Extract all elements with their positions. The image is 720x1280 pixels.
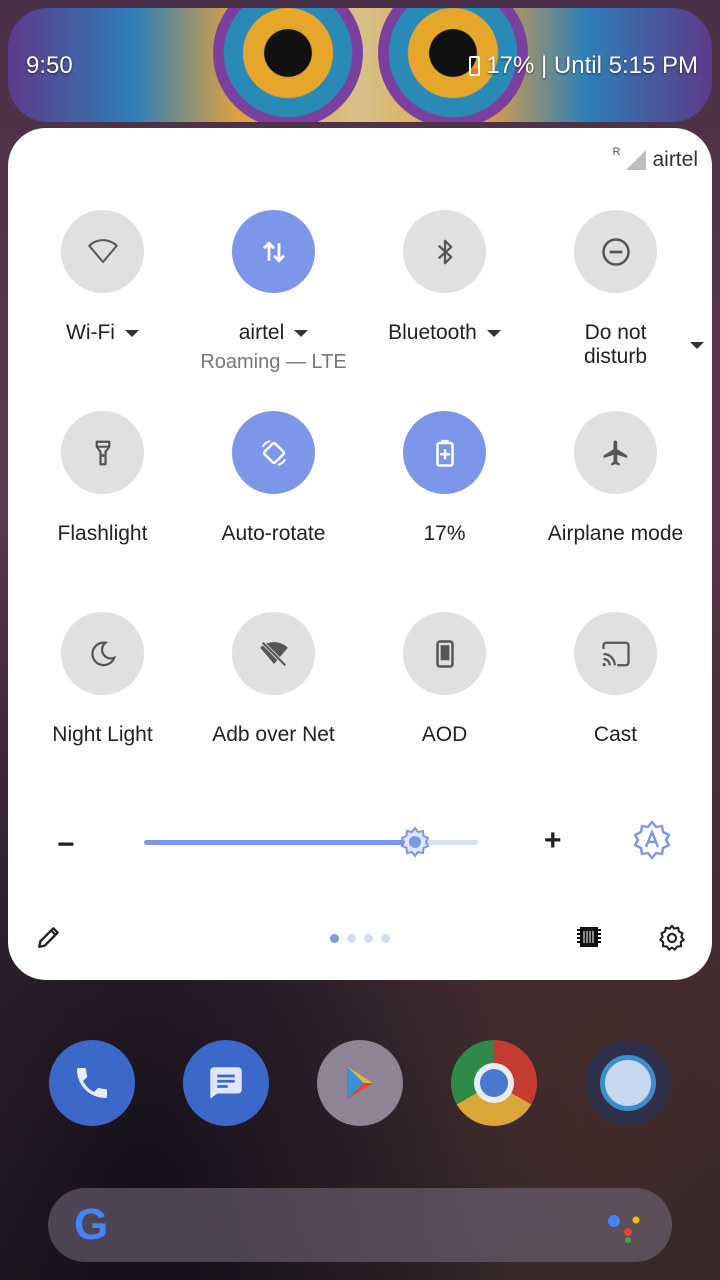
- tile-battery-label: 17%: [423, 522, 466, 545]
- battery-saver-icon: [435, 439, 454, 467]
- brightness-decrease-button[interactable]: −: [57, 828, 75, 862]
- auto-rotate-icon: [261, 439, 286, 466]
- tile-cast-button[interactable]: [574, 612, 657, 695]
- status-bar: 9:50 17% | Until 5:15 PM: [8, 8, 712, 122]
- tile-aod[interactable]: AOD: [359, 612, 530, 747]
- tile-auto-rotate-label: Auto-rotate: [221, 522, 326, 545]
- tile-night-light[interactable]: Night Light: [17, 612, 188, 747]
- brightness-increase-button[interactable]: +: [544, 824, 562, 858]
- tile-flashlight-button[interactable]: [61, 411, 144, 494]
- moon-icon: [90, 641, 116, 666]
- tile-bluetooth-button[interactable]: [403, 210, 486, 293]
- tile-night-light-label: Night Light: [52, 723, 153, 746]
- tile-adb-button[interactable]: [232, 612, 315, 695]
- quick-settings-panel: R airtel Wi-Fi airtel Roaming — LTE Blue…: [8, 128, 712, 980]
- tile-flashlight-label: Flashlight: [57, 522, 148, 545]
- google-search-bar[interactable]: G: [48, 1188, 672, 1262]
- status-battery: 17% | Until 5:15 PM: [469, 52, 698, 80]
- roaming-marker: R: [612, 146, 621, 158]
- cast-icon: [601, 641, 630, 666]
- tile-cast[interactable]: Cast: [530, 612, 701, 747]
- page-dot: [347, 934, 356, 943]
- home-dock: [0, 1040, 720, 1130]
- auto-brightness-icon[interactable]: [632, 820, 672, 860]
- tile-aod-label: AOD: [421, 723, 468, 746]
- assistant-app-icon[interactable]: [585, 1040, 671, 1126]
- tile-cast-label: Cast: [593, 723, 638, 746]
- bluetooth-icon: [437, 239, 452, 264]
- tile-wifi-button[interactable]: [61, 210, 144, 293]
- tile-do-not-disturb[interactable]: Do not disturb: [530, 210, 701, 369]
- battery-text: 17% | Until 5:15 PM: [486, 52, 698, 79]
- tile-auto-rotate[interactable]: Auto-rotate: [188, 411, 359, 546]
- tile-dnd-label-line2: disturb: [583, 345, 648, 368]
- memory-chip-icon[interactable]: [574, 922, 604, 952]
- do-not-disturb-icon: [601, 237, 630, 266]
- tile-dnd-label-line1: Do not: [584, 321, 647, 344]
- tile-airplane-mode[interactable]: Airplane mode: [530, 411, 701, 546]
- bluetooth-dropdown-caret[interactable]: [486, 329, 501, 337]
- page-dot: [381, 934, 390, 943]
- tile-mobile-data[interactable]: airtel Roaming — LTE: [188, 210, 359, 374]
- google-assistant-dots-icon[interactable]: [604, 1208, 644, 1244]
- page-indicator: [330, 934, 390, 943]
- signal-icon: [626, 150, 647, 170]
- quick-settings-footer: [8, 918, 712, 958]
- tile-adb-label: Adb over Net: [212, 723, 335, 746]
- brightness-slider-thumb[interactable]: [399, 826, 431, 858]
- tile-aod-button[interactable]: [403, 612, 486, 695]
- tile-airplane-label: Airplane mode: [547, 522, 684, 545]
- phone-app-icon[interactable]: [49, 1040, 135, 1126]
- tile-mobile-data-sublabel: Roaming — LTE: [200, 351, 347, 373]
- chrome-center-icon: [474, 1063, 514, 1103]
- wifi-off-icon: [259, 640, 288, 667]
- play-triangle-icon: [347, 1066, 373, 1100]
- tile-mobile-data-button[interactable]: [232, 210, 315, 293]
- message-bubble-icon: [210, 1067, 242, 1099]
- carrier-indicator: R airtel: [612, 146, 698, 172]
- airplane-icon: [603, 440, 627, 465]
- chrome-app-icon[interactable]: [451, 1040, 537, 1126]
- mobile-data-icon: [262, 240, 285, 263]
- tile-dnd-button[interactable]: [574, 210, 657, 293]
- dnd-dropdown-caret[interactable]: [690, 342, 704, 349]
- tile-mobile-data-label: airtel: [238, 321, 285, 344]
- tile-auto-rotate-button[interactable]: [232, 411, 315, 494]
- battery-icon: [469, 56, 481, 76]
- brightness-row: − +: [8, 818, 712, 868]
- brightness-slider[interactable]: [144, 826, 478, 858]
- tile-night-light-button[interactable]: [61, 612, 144, 695]
- edit-pencil-icon[interactable]: [36, 924, 62, 950]
- mobile-data-dropdown-caret[interactable]: [294, 329, 309, 337]
- flashlight-icon: [95, 440, 110, 465]
- tile-battery-saver[interactable]: 17%: [359, 411, 530, 546]
- tile-wifi[interactable]: Wi-Fi: [17, 210, 188, 345]
- page-dot: [330, 934, 339, 943]
- wifi-icon: [87, 238, 118, 263]
- tile-adb-over-net[interactable]: Adb over Net: [188, 612, 359, 747]
- tile-bluetooth-label: Bluetooth: [388, 321, 477, 344]
- carrier-name: airtel: [652, 148, 698, 171]
- status-time: 9:50: [26, 52, 73, 79]
- tile-airplane-button[interactable]: [574, 411, 657, 494]
- tile-battery-button[interactable]: [403, 411, 486, 494]
- assistant-ring-icon: [600, 1055, 656, 1111]
- tile-flashlight[interactable]: Flashlight: [17, 411, 188, 546]
- tile-wifi-label: Wi-Fi: [66, 321, 115, 344]
- tile-bluetooth[interactable]: Bluetooth: [359, 210, 530, 345]
- page-dot: [364, 934, 373, 943]
- phone-handset-icon: [77, 1068, 107, 1098]
- phone-icon: [435, 639, 454, 668]
- settings-gear-icon[interactable]: [658, 924, 686, 952]
- brightness-slider-fill: [144, 840, 415, 845]
- wifi-dropdown-caret[interactable]: [124, 329, 139, 337]
- play-store-app-icon[interactable]: [317, 1040, 403, 1126]
- google-g-icon: G: [74, 1200, 109, 1249]
- messages-app-icon[interactable]: [183, 1040, 269, 1126]
